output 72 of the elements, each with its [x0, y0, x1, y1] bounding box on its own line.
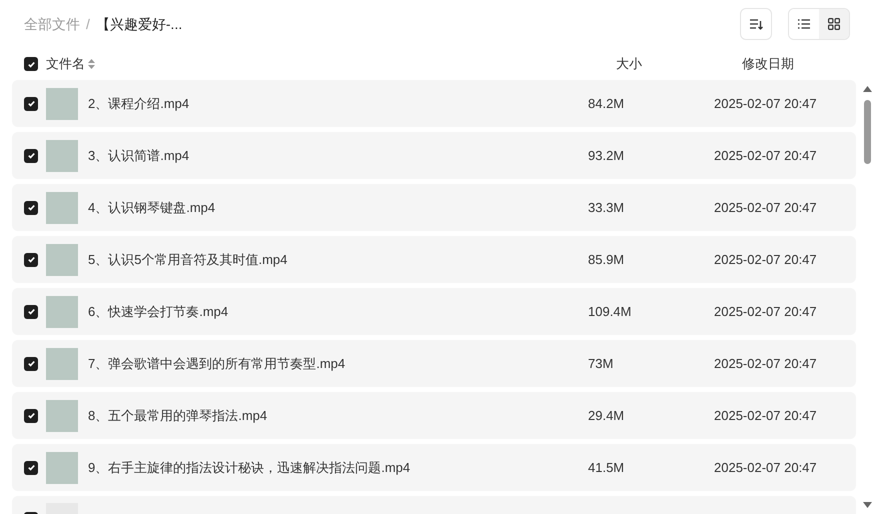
file-row[interactable]: 8、五个最常用的弹琴指法.mp4 29.4M 2025-02-07 20:47: [12, 392, 856, 439]
file-size: 41.5M: [588, 458, 626, 477]
check-icon: [26, 255, 36, 264]
file-row[interactable]: 2、课程介绍.mp4 84.2M 2025-02-07 20:47: [12, 80, 856, 127]
scroll-up-icon[interactable]: [862, 86, 872, 92]
video-thumbnail: [46, 192, 78, 224]
check-icon: [26, 411, 36, 420]
checkbox[interactable]: [24, 148, 38, 162]
video-thumbnail: [46, 140, 78, 172]
sort-icon: [749, 18, 763, 30]
checkbox[interactable]: [24, 304, 38, 318]
sort-arrows-icon[interactable]: [88, 59, 95, 69]
check-icon: [26, 307, 36, 316]
file-name[interactable]: 3、认识简谱.mp4: [88, 146, 588, 166]
video-thumbnail: [46, 452, 78, 484]
file-size: 109.4M: [588, 302, 632, 321]
file-name[interactable]: 5、认识5个常用音符及其时值.mp4: [88, 250, 588, 270]
column-header: 大小: [616, 55, 643, 74]
video-thumbnail: [46, 348, 78, 380]
file-size: 84.2M: [588, 94, 626, 113]
checkbox[interactable]: [24, 96, 38, 110]
sort-button[interactable]: [740, 8, 772, 40]
modified-date: 2025-02-07 20:47: [714, 458, 817, 477]
video-thumbnail: [46, 400, 78, 432]
modified-date: 2025-02-07 20:47: [714, 94, 817, 113]
modified-date: 2025-02-07 20:47: [714, 198, 817, 217]
file-row[interactable]: 4、认识钢琴键盘.mp4 33.3M 2025-02-07 20:47: [12, 184, 856, 231]
check-icon: [26, 60, 36, 68]
breadcrumb-separator: /: [86, 14, 90, 34]
check-icon: [26, 151, 36, 160]
check-icon: [26, 99, 36, 108]
file-size: 29.4M: [588, 406, 626, 425]
modified-date: 2025-02-07 20:47: [714, 406, 817, 425]
file-name[interactable]: 4、认识钢琴键盘.mp4: [88, 198, 588, 218]
file-name[interactable]: 2、课程介绍.mp4: [88, 94, 588, 114]
check-icon: [26, 203, 36, 212]
video-thumbnail: [46, 296, 78, 328]
check-icon: [26, 463, 36, 472]
file-row[interactable]: 3、认识简谱.mp4 93.2M 2025-02-07 20:47: [12, 132, 856, 179]
scrollbar-thumb[interactable]: [864, 100, 870, 164]
checkbox[interactable]: [24, 460, 38, 474]
file-size: 33.3M: [588, 198, 626, 217]
list-icon: [798, 19, 810, 29]
checkbox[interactable]: [24, 252, 38, 266]
file-row[interactable]: 9、右手主旋律的指法设计秘诀，迅速解决指法问题.mp4 41.5M 2025-02-07 20:47: [12, 444, 856, 491]
modified-date: 2025-02-07 20:47: [714, 250, 817, 269]
file-name[interactable]: 7、弹会歌谱中会遇到的所有常用节奏型.mp4: [88, 354, 588, 374]
video-thumbnail: [46, 88, 78, 120]
column-header: 修改日期: [742, 55, 794, 74]
file-name[interactable]: 8、五个最常用的弹琴指法.mp4: [88, 406, 588, 426]
file-size: 93.2M: [588, 146, 626, 165]
file-size: 73M: [588, 354, 614, 373]
file-size: 85.9M: [588, 250, 626, 269]
file-row[interactable]: 5、认识5个常用音符及其时值.mp4 85.9M 2025-02-07 20:47: [12, 236, 856, 283]
scroll-down-icon[interactable]: [862, 502, 872, 508]
checkbox[interactable]: [24, 356, 38, 370]
file-row[interactable]: 6、快速学会打节奏.mp4 109.4M 2025-02-07 20:47: [12, 288, 856, 335]
modified-date: 2025-02-07 20:47: [714, 146, 817, 165]
column-header[interactable]: 文件名: [46, 54, 85, 74]
checkbox[interactable]: [24, 200, 38, 214]
grid-view-button[interactable]: [819, 9, 849, 39]
file-name[interactable]: 6、快速学会打节奏.mp4: [88, 302, 588, 322]
modified-date: 2025-02-07 20:47: [714, 354, 817, 373]
grid-icon: [828, 18, 840, 30]
checkbox[interactable]: [24, 57, 38, 71]
breadcrumb-item[interactable]: 【兴趣爱好-...: [96, 14, 182, 34]
check-icon: [26, 359, 36, 368]
modified-date: 2025-02-07 20:47: [714, 302, 817, 321]
checkbox[interactable]: [24, 408, 38, 422]
file-name[interactable]: 9、右手主旋律的指法设计秘诀，迅速解决指法问题.mp4: [88, 458, 588, 478]
video-thumbnail: [46, 244, 78, 276]
file-row[interactable]: 7、弹会歌谱中会遇到的所有常用节奏型.mp4 73M 2025-02-07 20:47: [12, 340, 856, 387]
